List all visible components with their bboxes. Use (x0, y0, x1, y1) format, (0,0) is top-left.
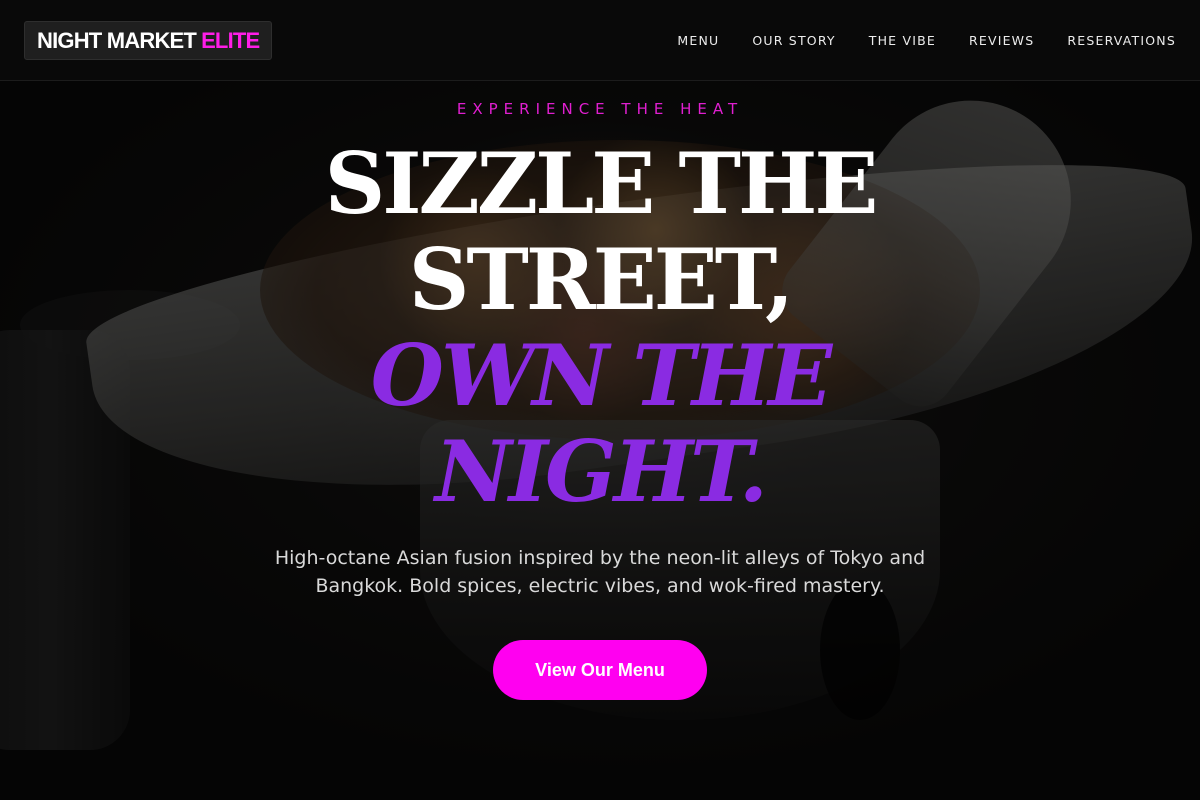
logo-text: NIGHT MARKET (37, 27, 197, 53)
hero-section: EXPERIENCE THE HEAT SIZZLE THE STREET, O… (0, 80, 1200, 800)
site-header: NIGHT MARKET ELITE MENU OUR STORY THE VI… (0, 0, 1200, 81)
logo[interactable]: NIGHT MARKET ELITE (24, 21, 273, 60)
headline-line-2: STREET, (408, 230, 795, 329)
headline-accent-line-1: OWN THE (370, 326, 832, 425)
nav-link-our-story[interactable]: OUR STORY (752, 33, 835, 48)
hero-headline: SIZZLE THE STREET, OWN THE NIGHT. (0, 136, 1200, 520)
view-menu-button[interactable]: View Our Menu (493, 640, 707, 700)
main-nav: MENU OUR STORY THE VIBE REVIEWS RESERVAT… (677, 0, 1176, 80)
hero-description: High-octane Asian fusion inspired by the… (274, 547, 926, 597)
nav-link-reservations[interactable]: RESERVATIONS (1067, 33, 1176, 48)
hero-eyebrow: EXPERIENCE THE HEAT (456, 100, 744, 118)
headline-accent-line-2: NIGHT. (434, 422, 768, 521)
nav-link-menu[interactable]: MENU (677, 33, 719, 48)
headline-line-1: SIZZLE THE (324, 134, 879, 233)
landing-page: NIGHT MARKET ELITE MENU OUR STORY THE VI… (0, 0, 1200, 800)
logo-accent-text: ELITE (201, 27, 260, 53)
nav-link-reviews[interactable]: REVIEWS (969, 33, 1034, 48)
nav-link-the-vibe[interactable]: THE VIBE (869, 33, 936, 48)
